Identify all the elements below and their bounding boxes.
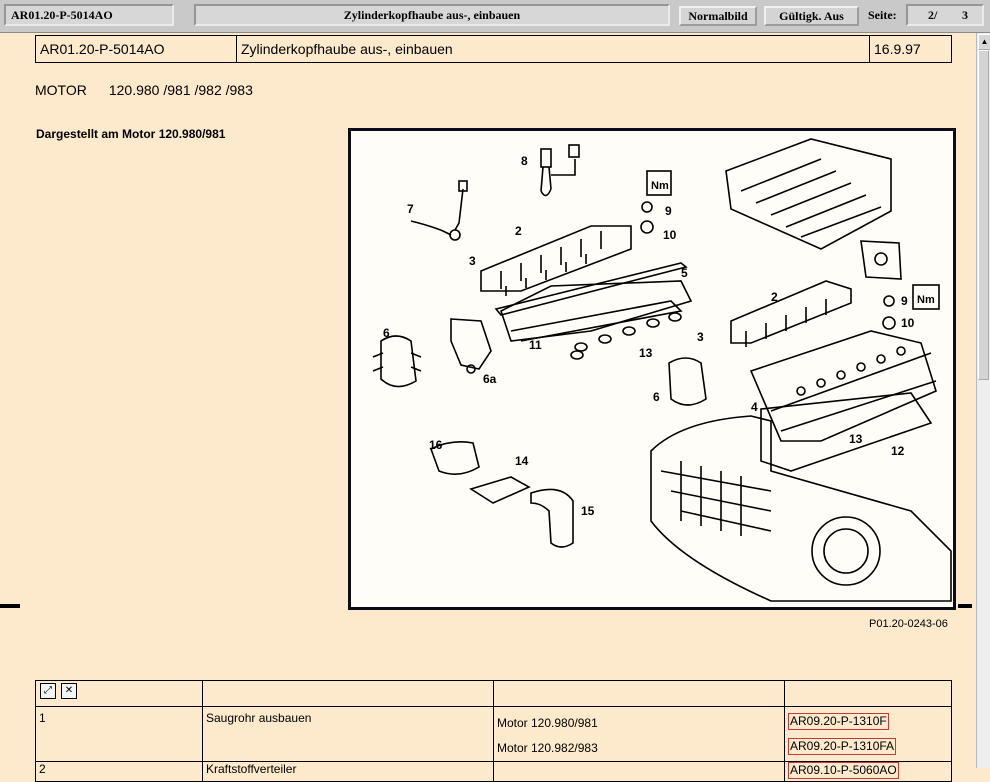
motor-label: MOTOR <box>35 82 87 98</box>
step-motor-1: Motor 120.980/981 <box>497 716 598 730</box>
header-doc-id: AR01.20-P-5014AO <box>35 35 237 63</box>
validity-button[interactable]: Gültigk. Aus <box>764 6 859 26</box>
page-current: 2/ <box>928 8 938 22</box>
header-date: 16.9.97 <box>869 35 952 63</box>
callout-10-right: 10 <box>901 316 915 330</box>
ref-link-2[interactable]: AR09.20-P-1310FA <box>788 738 897 755</box>
callout-9-right: 9 <box>901 294 908 308</box>
callout-10: 10 <box>663 228 677 242</box>
callout-11: 11 <box>529 338 542 352</box>
right-edge-mark <box>958 604 972 608</box>
header-title: Zylinderkopfhaube aus-, einbauen <box>236 35 870 63</box>
callout-13-right: 13 <box>849 432 863 446</box>
ref-link-3[interactable]: AR09.10-P-5060AO <box>788 762 899 779</box>
diagram-drawing: 8 7 2 3 5 9 10 Nm 6 6a 11 13 2 9 10 Nm 3… <box>372 138 952 602</box>
callout-8: 8 <box>521 154 528 168</box>
callout-2-right: 2 <box>771 290 778 304</box>
step-number: 1 <box>35 706 203 762</box>
callout-6-right: 6 <box>653 390 660 404</box>
step-motors: Motor 120.980/981 Motor 120.982/983 <box>493 706 785 762</box>
expand-cell: ⤢ ✕ <box>35 680 203 707</box>
left-edge-mark <box>0 604 20 608</box>
collapse-all-icon[interactable]: ✕ <box>61 683 77 699</box>
callout-3: 3 <box>469 254 476 268</box>
figure-code: P01.20-0243-06 <box>869 618 948 630</box>
callout-4: 4 <box>751 400 758 414</box>
callout-2: 2 <box>515 224 522 238</box>
callout-nm: Nm <box>651 180 669 192</box>
callout-9: 9 <box>665 204 672 218</box>
ref-link-1[interactable]: AR09.20-P-1310F <box>788 713 889 730</box>
callout-14: 14 <box>515 454 529 468</box>
header-table: AR01.20-P-5014AO Zylinderkopfhaube aus-,… <box>35 35 952 63</box>
toolbar: AR01.20-P-5014AO Zylinderkopfhaube aus-,… <box>0 0 990 33</box>
callout-15: 15 <box>581 504 595 518</box>
page-label: Seite: <box>868 8 897 22</box>
scroll-up-icon[interactable]: ▲ <box>978 34 990 50</box>
doc-id-field[interactable]: AR01.20-P-5014AO <box>4 4 174 26</box>
steps-table: ⤢ ✕ 1 Saugrohr ausbauen Motor 120.980/981… <box>35 680 952 782</box>
title-field[interactable]: Zylinderkopfhaube aus-, einbauen <box>194 4 670 26</box>
step-action-2: Kraftstoffverteiler <box>202 761 494 782</box>
callout-nm-right: Nm <box>917 294 935 306</box>
expand-all-icon[interactable]: ⤢ <box>40 683 56 699</box>
page-indicator: 2/ 3 <box>906 4 984 26</box>
callout-5: 5 <box>681 266 688 280</box>
vertical-scrollbar[interactable]: ▲ <box>976 33 990 768</box>
callout-3-right: 3 <box>697 330 704 344</box>
callout-13: 13 <box>639 346 653 360</box>
step-motor-row2 <box>493 761 785 782</box>
motor-line: MOTOR 120.980 /981 /982 /983 <box>35 82 253 98</box>
step-number-2: 2 <box>35 761 203 782</box>
step-motor-2: Motor 120.982/983 <box>497 741 598 755</box>
normal-view-button[interactable]: Normalbild <box>679 6 757 26</box>
callout-6: 6 <box>383 326 390 340</box>
exploded-diagram: 8 7 2 3 5 9 10 Nm 6 6a 11 13 2 9 10 Nm 3… <box>348 128 956 610</box>
callout-16: 16 <box>429 438 443 452</box>
page-total: 3 <box>962 8 968 22</box>
callout-7: 7 <box>407 202 414 216</box>
step-action: Saugrohr ausbauen <box>202 706 494 762</box>
callout-6a: 6a <box>483 372 497 386</box>
scroll-thumb[interactable] <box>978 50 989 380</box>
shown-on-label: Dargestellt am Motor 120.980/981 <box>36 127 226 141</box>
motor-value: 120.980 /981 /982 /983 <box>108 82 253 98</box>
callout-12: 12 <box>891 444 905 458</box>
step-refs: AR09.20-P-1310F AR09.20-P-1310FA <box>784 706 952 762</box>
